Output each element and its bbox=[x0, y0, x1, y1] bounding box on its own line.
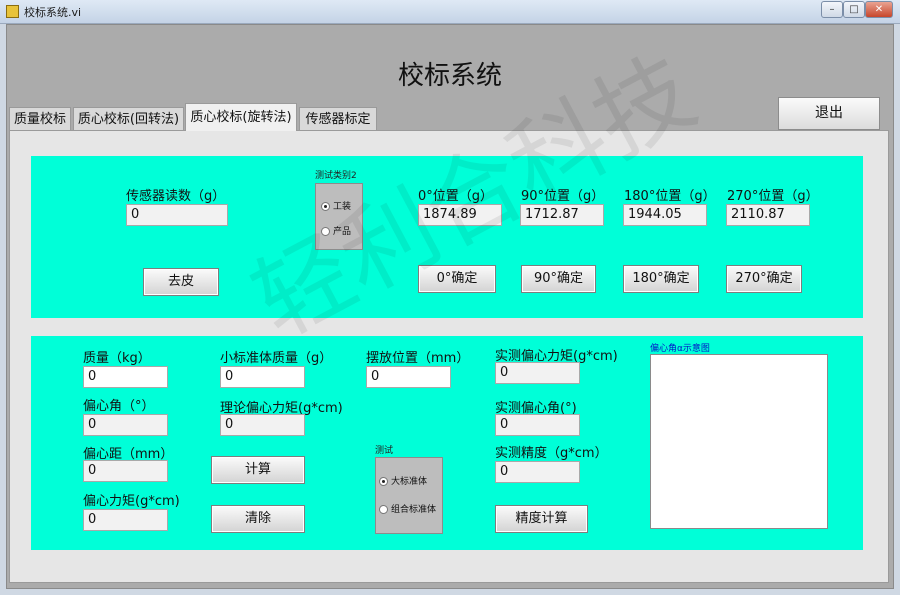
accuracy-calc-button[interactable]: 精度计算 bbox=[495, 505, 588, 533]
tab-centroid-rotation-method[interactable]: 质心校标(回转法) bbox=[73, 107, 184, 131]
radio-option-fixture[interactable]: 工装 bbox=[321, 199, 351, 212]
sensor-reading-label: 传感器读数（g） bbox=[126, 189, 226, 204]
eccentric-angle-diagram bbox=[650, 354, 828, 529]
clear-button[interactable]: 清除 bbox=[211, 505, 305, 533]
eccentric-moment-label: 偏心力矩(g*cm) bbox=[83, 494, 180, 509]
radio-option-combined-standard[interactable]: 组合标准体 bbox=[379, 502, 436, 515]
position-0-label: 0°位置（g） bbox=[418, 189, 494, 204]
confirm-180-button[interactable]: 180°确定 bbox=[623, 265, 699, 293]
eccentric-angle-field[interactable]: 0 bbox=[83, 414, 168, 436]
small-std-mass-label: 小标准体质量（g） bbox=[220, 351, 333, 366]
close-button[interactable]: ✕ bbox=[865, 1, 893, 18]
confirm-0-button[interactable]: 0°确定 bbox=[418, 265, 496, 293]
test-radio-group bbox=[375, 457, 443, 534]
maximize-button[interactable]: □ bbox=[843, 1, 865, 18]
test-category-title: 测试类别2 bbox=[315, 171, 357, 181]
position-180-label: 180°位置（g） bbox=[624, 189, 716, 204]
theory-moment-field[interactable]: 0 bbox=[220, 414, 305, 436]
measured-angle-field[interactable]: 0 bbox=[495, 414, 580, 436]
place-position-label: 摆放位置（mm） bbox=[366, 351, 470, 366]
test-category-radio-group bbox=[315, 183, 363, 250]
app-icon bbox=[6, 5, 19, 18]
radio-selected-icon bbox=[379, 477, 388, 486]
mass-field[interactable]: 0 bbox=[83, 366, 168, 388]
radio-option-large-standard[interactable]: 大标准体 bbox=[379, 474, 427, 487]
tab-centroid-spin-method[interactable]: 质心校标(旋转法) bbox=[185, 103, 297, 131]
sensor-reading-field[interactable]: 0 bbox=[126, 204, 228, 226]
eccentric-moment-field[interactable]: 0 bbox=[83, 509, 168, 531]
mass-label: 质量（kg） bbox=[83, 351, 151, 366]
tab-sensor-calibration[interactable]: 传感器标定 bbox=[299, 107, 377, 131]
tare-button[interactable]: 去皮 bbox=[143, 268, 219, 296]
calculate-button[interactable]: 计算 bbox=[211, 456, 305, 484]
confirm-270-button[interactable]: 270°确定 bbox=[726, 265, 802, 293]
position-90-label: 90°位置（g） bbox=[521, 189, 605, 204]
small-std-mass-field[interactable]: 0 bbox=[220, 366, 305, 388]
radio-option-product[interactable]: 产品 bbox=[321, 224, 351, 237]
window-titlebar bbox=[0, 0, 900, 24]
position-90-field[interactable]: 1712.87 bbox=[520, 204, 604, 226]
eccentric-angle-diagram-title: 偏心角α示意图 bbox=[650, 344, 710, 354]
measured-moment-field[interactable]: 0 bbox=[495, 362, 580, 384]
exit-button[interactable]: 退出 bbox=[778, 97, 880, 130]
radio-selected-icon bbox=[321, 202, 330, 211]
position-180-field[interactable]: 1944.05 bbox=[623, 204, 707, 226]
radio-unselected-icon bbox=[379, 505, 388, 514]
position-0-field[interactable]: 1874.89 bbox=[418, 204, 502, 226]
measured-accuracy-label: 实测精度（g*cm） bbox=[495, 446, 608, 461]
minimize-button[interactable]: – bbox=[821, 1, 843, 18]
eccentric-distance-field[interactable]: 0 bbox=[83, 460, 168, 482]
radio-unselected-icon bbox=[321, 227, 330, 236]
page-title: 校标系统 bbox=[397, 61, 502, 91]
eccentric-angle-label: 偏心角（°） bbox=[83, 399, 155, 414]
measured-accuracy-field[interactable]: 0 bbox=[495, 461, 580, 483]
test-radio-title: 测试 bbox=[375, 446, 394, 456]
tab-mass-calibration[interactable]: 质量校标 bbox=[9, 107, 71, 131]
confirm-90-button[interactable]: 90°确定 bbox=[521, 265, 596, 293]
position-270-field[interactable]: 2110.87 bbox=[726, 204, 810, 226]
place-position-field[interactable]: 0 bbox=[366, 366, 451, 388]
window-title: 校标系统.vi bbox=[24, 6, 82, 19]
position-270-label: 270°位置（g） bbox=[727, 189, 819, 204]
